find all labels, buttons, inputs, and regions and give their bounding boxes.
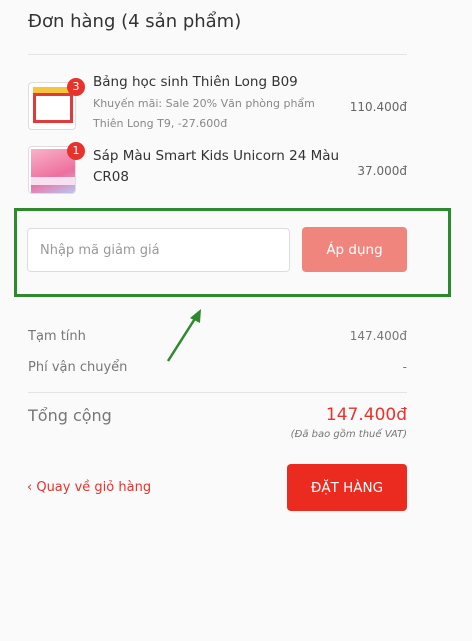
- shipping-value: -: [402, 360, 407, 374]
- subtotal-label: Tạm tính: [28, 329, 86, 344]
- list-item: 3 Bảng học sinh Thiên Long B09 Khuyến mã…: [28, 72, 407, 132]
- back-to-cart-link[interactable]: ‹ Quay về giỏ hàng: [27, 480, 151, 495]
- quantity-badge: 1: [67, 142, 85, 160]
- total-label: Tổng cộng: [28, 406, 112, 425]
- place-order-button[interactable]: ĐẶT HÀNG: [287, 464, 407, 511]
- vat-note: (Đã bao gồm thuế VAT): [290, 429, 407, 440]
- product-price: 110.400đ: [349, 100, 407, 114]
- subtotal-row: Tạm tính 147.400đ: [28, 329, 407, 344]
- shipping-label: Phí vận chuyển: [28, 360, 128, 375]
- product-price: 37.000đ: [357, 164, 407, 178]
- list-item: 1 Sáp Màu Smart Kids Unicorn 24 Màu CR08…: [28, 142, 407, 198]
- shipping-row: Phí vận chuyển -: [28, 360, 407, 375]
- page-title: Đơn hàng (4 sản phẩm): [28, 11, 242, 32]
- coupon-input[interactable]: [27, 228, 290, 272]
- product-name[interactable]: Bảng học sinh Thiên Long B09: [93, 72, 343, 93]
- total-amount: 147.400đ: [325, 405, 407, 425]
- subtotal-value: 147.400đ: [349, 329, 407, 343]
- product-name[interactable]: Sáp Màu Smart Kids Unicorn 24 Màu CR08: [93, 146, 343, 188]
- product-promo: Khuyến mãi: Sale 20% Văn phòng phẩm Thiê…: [93, 97, 315, 130]
- divider: [28, 392, 407, 393]
- apply-button[interactable]: Áp dụng: [302, 227, 407, 272]
- quantity-badge: 3: [67, 78, 85, 96]
- divider: [28, 54, 407, 55]
